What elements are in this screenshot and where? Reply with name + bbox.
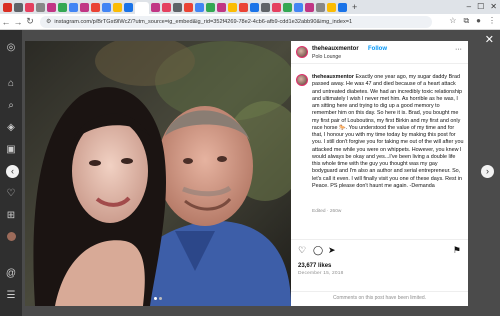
previous-post-icon[interactable]: ‹: [6, 165, 19, 178]
browser-tab[interactable]: [316, 2, 325, 12]
browser-tab[interactable]: [195, 2, 204, 12]
carousel-dot: [159, 297, 162, 300]
create-icon[interactable]: ⊞: [5, 210, 17, 222]
avatar[interactable]: [296, 46, 308, 58]
browser-tab[interactable]: [305, 2, 314, 12]
notifications-icon[interactable]: ♡: [5, 188, 17, 200]
header-username[interactable]: theheauxmentor: [312, 46, 359, 52]
forward-icon[interactable]: →: [12, 17, 24, 27]
post-header: theheauxmentor Follow Polo Lounge ···: [291, 41, 468, 64]
browser-tab[interactable]: [47, 2, 56, 12]
browser-tab[interactable]: [25, 2, 34, 12]
tab-strip: + – ☐ ✕: [0, 0, 500, 14]
browser-tab[interactable]: [217, 2, 226, 12]
browser-tab[interactable]: [283, 2, 292, 12]
more-options-icon[interactable]: ···: [455, 46, 462, 53]
explore-icon[interactable]: ◈: [5, 122, 17, 134]
browser-tab[interactable]: [338, 2, 347, 12]
share-icon[interactable]: ➤: [328, 245, 336, 256]
browser-tab[interactable]: [173, 2, 182, 12]
url-text: instagram.com/p/BrTGst9lWcZ/?utm_source=…: [54, 18, 353, 25]
post-date: December 15, 2018: [298, 271, 344, 276]
caption-text: Exactly one year ago, my sugar daddy Bra…: [312, 74, 464, 189]
maximize-icon[interactable]: ☐: [477, 2, 484, 11]
browser-tab-active[interactable]: [135, 2, 149, 14]
browser-tab[interactable]: [102, 2, 111, 12]
browser-tab[interactable]: [80, 2, 89, 12]
threads-icon[interactable]: @: [5, 268, 17, 280]
reels-icon[interactable]: ▣: [5, 144, 17, 156]
browser-tab[interactable]: [228, 2, 237, 12]
site-info-icon[interactable]: ⚙: [46, 18, 51, 25]
browser-tab[interactable]: [58, 2, 67, 12]
profile-icon[interactable]: ●: [476, 16, 481, 26]
browser-tab[interactable]: [294, 2, 303, 12]
browser-tab[interactable]: [261, 2, 270, 12]
search-icon[interactable]: ⌕: [5, 100, 17, 112]
menu-icon[interactable]: ⋮: [488, 16, 496, 26]
post-photo[interactable]: [25, 41, 291, 306]
likes-count[interactable]: 23,677 likes: [298, 263, 331, 269]
browser-tab[interactable]: [3, 2, 12, 12]
post-details-panel: theheauxmentor Follow Polo Lounge ··· th…: [291, 41, 468, 306]
comments-limited-notice: Comments on this post have been limited.: [291, 291, 468, 301]
browser-tab[interactable]: [113, 2, 122, 12]
caption-username[interactable]: theheauxmentor: [312, 74, 354, 80]
bookmark-star-icon[interactable]: ☆: [449, 16, 456, 26]
profile-avatar-icon[interactable]: [5, 232, 17, 244]
location-link[interactable]: Polo Lounge: [312, 54, 341, 60]
next-post-icon[interactable]: ›: [481, 165, 494, 178]
address-bar: ← → ↻ ⚙ instagram.com/p/BrTGst9lWcZ/?utm…: [0, 14, 500, 30]
carousel-indicator: [154, 297, 162, 300]
like-heart-icon[interactable]: ♡: [298, 245, 306, 256]
url-input[interactable]: ⚙ instagram.com/p/BrTGst9lWcZ/?utm_sourc…: [40, 15, 432, 28]
caption-avatar[interactable]: [296, 74, 308, 86]
extensions-icon[interactable]: ⧉: [463, 16, 469, 26]
reload-icon[interactable]: ↻: [24, 16, 36, 27]
browser-tab[interactable]: [250, 2, 259, 12]
save-bookmark-icon[interactable]: ⚑: [453, 245, 461, 256]
photo-illustration: [25, 41, 291, 306]
back-icon[interactable]: ←: [0, 17, 12, 27]
home-icon[interactable]: ⌂: [5, 78, 17, 90]
close-window-icon[interactable]: ✕: [490, 2, 497, 11]
instagram-logo-icon[interactable]: ◎: [5, 42, 17, 54]
caption: theheauxmentor Exactly one year ago, my …: [312, 74, 464, 190]
action-bar: ♡ ◯ ➤ ⚑: [291, 239, 468, 259]
browser-tab[interactable]: [69, 2, 78, 12]
browser-tab[interactable]: [151, 2, 160, 12]
browser-tab[interactable]: [91, 2, 100, 12]
browser-tab[interactable]: [272, 2, 281, 12]
carousel-dot-active: [154, 297, 157, 300]
browser-tab[interactable]: [239, 2, 248, 12]
minimize-icon[interactable]: –: [467, 2, 471, 11]
window-controls: – ☐ ✕: [467, 2, 497, 11]
more-menu-icon[interactable]: ☰: [5, 290, 17, 302]
browser-tab[interactable]: [14, 2, 23, 12]
comment-icon[interactable]: ◯: [313, 245, 323, 256]
follow-button[interactable]: Follow: [368, 46, 387, 52]
browser-tab[interactable]: [206, 2, 215, 12]
browser-tab[interactable]: [162, 2, 171, 12]
browser-tab[interactable]: [36, 2, 45, 12]
close-modal-icon[interactable]: ✕: [485, 33, 494, 46]
browser-tab[interactable]: [327, 2, 336, 12]
browser-tab[interactable]: [124, 2, 133, 12]
new-tab-icon[interactable]: +: [352, 2, 357, 12]
toolbar-right: ☆ ⧉ ● ⋮: [449, 16, 496, 26]
browser-tab[interactable]: [184, 2, 193, 12]
edited-timestamp: Edited · 260w: [312, 209, 342, 214]
